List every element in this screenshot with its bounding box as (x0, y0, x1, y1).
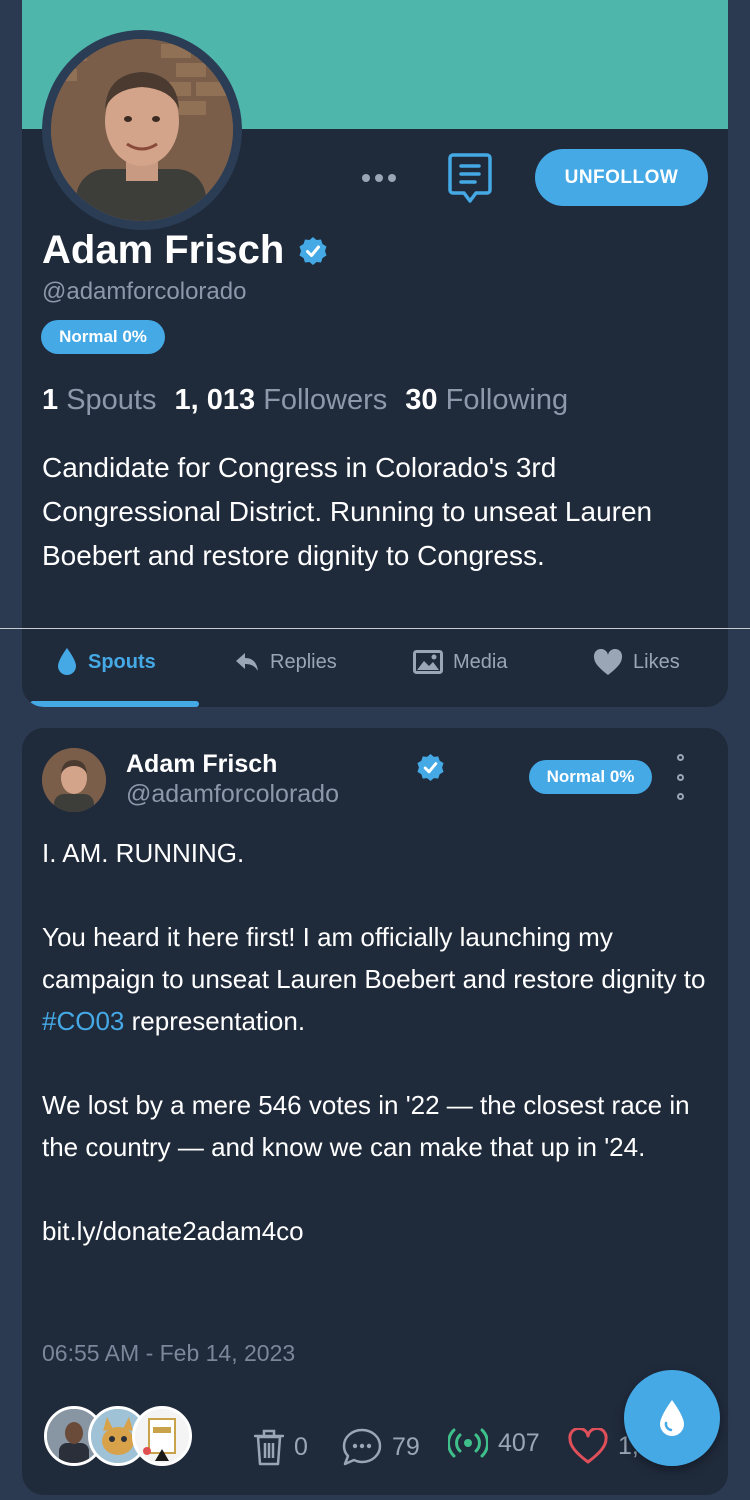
post-body: I. AM. RUNNING. You heard it here first!… (42, 832, 712, 1252)
post-text-line: I. AM. RUNNING. (42, 838, 245, 868)
comment-action[interactable]: 79 (342, 1428, 420, 1466)
tab-label: Likes (633, 650, 680, 673)
respout-action[interactable]: 407 (448, 1428, 540, 1458)
broadcast-icon (448, 1428, 488, 1458)
spouts-label: Spouts (66, 384, 157, 416)
followers-count: 1, 013 (174, 384, 256, 416)
verified-badge-icon (298, 236, 328, 266)
new-spout-button[interactable] (624, 1370, 720, 1466)
active-tab-indicator (30, 701, 199, 707)
post-timestamp: 06:55 AM - Feb 14, 2023 (42, 1340, 296, 1366)
drop-icon (58, 648, 76, 675)
following-label: Following (445, 384, 569, 416)
tab-media[interactable]: Media (413, 636, 507, 688)
profile-tabs: Spouts Replies Media Likes (22, 636, 728, 696)
divider (0, 628, 750, 629)
tab-label: Replies (270, 650, 337, 673)
tab-spouts[interactable]: Spouts (56, 636, 156, 688)
comment-icon (342, 1428, 382, 1466)
reactor-avatars[interactable] (44, 1406, 204, 1470)
post-author-name[interactable]: Adam Frisch (126, 750, 277, 779)
tab-label: Media (453, 650, 508, 673)
dot (388, 174, 396, 182)
delete-count: 0 (294, 1432, 308, 1461)
spouts-count: 1 (42, 384, 59, 416)
dot (676, 793, 684, 800)
following-count: 30 (405, 384, 438, 416)
image-icon (413, 650, 443, 674)
reactor-avatar (132, 1406, 192, 1466)
dot (676, 754, 684, 761)
profile-avatar[interactable] (42, 30, 242, 230)
post-text-paragraph: We lost by a mere 546 votes in '22 — the… (42, 1090, 690, 1162)
verified-badge-icon (416, 753, 445, 782)
status-badge: Normal 0% (529, 760, 652, 794)
post-card[interactable]: Adam Frisch @adamforcolorado Normal 0% I… (22, 728, 728, 1495)
followers-label: Followers (263, 384, 388, 416)
profile-handle: @adamforcolorado (42, 278, 247, 305)
profile-stats: 1 Spouts 1, 013 Followers 30 Following (42, 384, 568, 417)
trash-icon (254, 1429, 284, 1466)
hashtag-link[interactable]: #CO03 (42, 1006, 124, 1036)
dot (375, 174, 383, 182)
tab-label: Spouts (88, 650, 156, 673)
delete-action[interactable]: 0 (254, 1428, 308, 1466)
profile-card: UNFOLLOW Adam Frisch @adamforcolorado No… (22, 0, 728, 707)
following-stat[interactable]: 30 Following (405, 384, 568, 416)
more-options-button[interactable] (357, 163, 401, 193)
drop-icon (660, 1400, 684, 1436)
post-text-paragraph: You heard it here first! I am officially… (42, 922, 706, 1036)
dot (676, 773, 684, 781)
heart-outline-icon (568, 1428, 608, 1464)
donate-link[interactable]: bit.ly/donate2adam4co (42, 1210, 712, 1252)
followers-stat[interactable]: 1, 013 Followers (175, 384, 388, 416)
post-author-handle: @adamforcolorado (126, 780, 339, 808)
profile-name: Adam Frisch (42, 228, 285, 272)
reply-arrow-icon (236, 653, 258, 671)
respout-count: 407 (498, 1428, 540, 1457)
spouts-stat[interactable]: 1 Spouts (42, 384, 157, 416)
tab-replies[interactable]: Replies (234, 636, 337, 688)
tab-likes[interactable]: Likes (593, 636, 680, 688)
dot (362, 174, 370, 182)
status-badge: Normal 0% (41, 320, 165, 354)
unfollow-button[interactable]: UNFOLLOW (535, 149, 708, 206)
heart-icon (593, 648, 623, 675)
post-author-avatar[interactable] (42, 748, 106, 812)
profile-bio: Candidate for Congress in Colorado's 3rd… (42, 452, 653, 571)
comment-count: 79 (392, 1432, 420, 1461)
notes-icon[interactable] (447, 152, 493, 204)
post-menu-button[interactable] (672, 754, 688, 800)
